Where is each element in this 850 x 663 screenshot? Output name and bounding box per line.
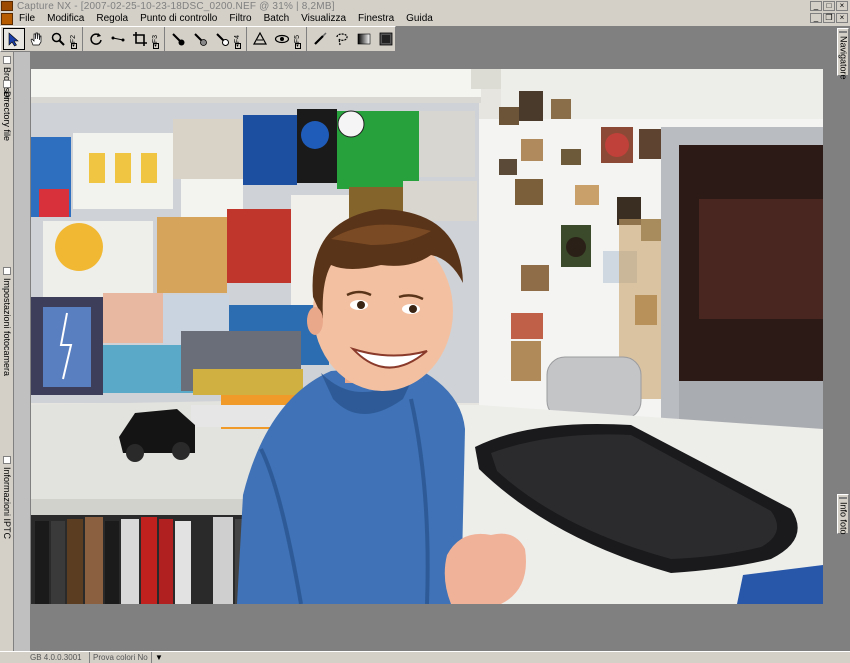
tab-directory-file[interactable]: Directory file <box>1 80 13 141</box>
left-dock-edge <box>14 52 30 651</box>
toolbar-group-eyedropper: F4 ▾ <box>167 27 247 51</box>
f4-label: F4 <box>233 34 241 43</box>
toolbar-empty-area <box>396 26 850 52</box>
doc-restore-button[interactable]: ❐ <box>823 13 835 23</box>
app-icon <box>1 1 13 11</box>
hand-icon[interactable] <box>25 28 47 50</box>
dropdown-icon: ▾ <box>294 43 301 49</box>
control-point-icon[interactable] <box>249 28 271 50</box>
left-dock: Browser Directory file Impostazioni foto… <box>0 52 14 651</box>
menu-filtro[interactable]: Filtro <box>223 12 257 26</box>
toolbar-group-retouch: F5 ▾ <box>249 27 307 51</box>
rotate-icon[interactable] <box>85 28 107 50</box>
maximize-button[interactable]: □ <box>823 1 835 11</box>
menu-file[interactable]: File <box>13 12 41 26</box>
f4-shortcut[interactable]: F4 ▾ <box>233 28 242 50</box>
dropdown-icon: ▾ <box>70 43 77 49</box>
menu-modifica[interactable]: Modifica <box>41 12 90 26</box>
toolbar-group-selection: F6▾ <box>309 27 410 51</box>
neutral-point-icon[interactable] <box>189 28 211 50</box>
f5-shortcut[interactable]: F5 ▾ <box>293 28 302 50</box>
toolbar-group-transform: F3 ▾ <box>85 27 165 51</box>
red-eye-icon[interactable] <box>271 28 293 50</box>
right-dock: Navigatore Info foto <box>836 26 850 651</box>
menu-regola[interactable]: Regola <box>90 12 134 26</box>
gradient-icon[interactable] <box>353 28 375 50</box>
f2-shortcut[interactable]: F2 ▾ <box>69 28 78 50</box>
dropdown-icon: ▾ <box>152 43 159 49</box>
f2-label: F2 <box>69 34 77 43</box>
document-icon[interactable] <box>1 13 13 25</box>
toolbar: F2 ▾ F3 ▾ F4 ▾ F5 ▾ <box>0 26 405 52</box>
toolbar-group-navigation: F2 ▾ <box>3 27 83 51</box>
minimize-button[interactable]: _ <box>810 1 822 11</box>
dock-pin-icon <box>3 456 11 464</box>
tab-impostazioni-fotocamera-label: Impostazioni fotocamera <box>2 278 12 377</box>
straighten-icon[interactable] <box>107 28 129 50</box>
image-canvas[interactable] <box>30 52 836 651</box>
doc-minimize-button[interactable]: _ <box>810 13 822 23</box>
tab-info-foto[interactable]: Info foto <box>837 494 849 535</box>
window-controls: _ □ × <box>810 1 848 11</box>
menu-finestra[interactable]: Finestra <box>352 12 400 26</box>
menu-guida[interactable]: Guida <box>400 12 439 26</box>
capture-nx-window: Capture NX - [2007-02-25-10-23-18DSC_020… <box>0 0 850 663</box>
status-dropdown-icon[interactable]: ▼ <box>152 652 164 663</box>
tab-navigatore-label: Navigatore <box>838 36 849 80</box>
tab-navigatore[interactable]: Navigatore <box>837 28 849 80</box>
menu-punto-di-controllo[interactable]: Punto di controllo <box>134 12 223 26</box>
menu-visualizza[interactable]: Visualizza <box>295 12 352 26</box>
close-button[interactable]: × <box>836 1 848 11</box>
softproof-status: Prova colori No <box>90 652 152 663</box>
memory-status: GB 4.0.0.3001 <box>0 652 90 663</box>
dock-pin-icon <box>839 497 847 499</box>
doc-close-button[interactable]: × <box>836 13 848 23</box>
dock-pin-icon <box>3 56 11 64</box>
dock-pin-icon <box>3 267 11 275</box>
tab-info-foto-label: Info foto <box>838 502 849 535</box>
window-title: Capture NX - [2007-02-25-10-23-18DSC_020… <box>17 0 335 12</box>
zoom-icon[interactable] <box>47 28 69 50</box>
photo[interactable] <box>31 69 823 604</box>
lasso-icon[interactable] <box>331 28 353 50</box>
tab-directory-file-label: Directory file <box>2 91 12 142</box>
select-arrow-icon[interactable] <box>3 28 25 50</box>
photo-illustration <box>31 69 823 604</box>
menu-bar: File Modifica Regola Punto di controllo … <box>0 12 850 26</box>
crop-icon[interactable] <box>129 28 151 50</box>
black-point-icon[interactable] <box>167 28 189 50</box>
menu-batch[interactable]: Batch <box>258 12 296 26</box>
f3-label: F3 <box>151 34 159 43</box>
document-window-controls: _ ❐ × <box>810 13 848 23</box>
dropdown-icon: ▾ <box>234 43 241 49</box>
brush-icon[interactable] <box>309 28 331 50</box>
tab-informazioni-iptc[interactable]: Informazioni IPTC <box>1 456 13 539</box>
dock-pin-icon <box>839 31 847 33</box>
tab-informazioni-iptc-label: Informazioni IPTC <box>2 467 12 540</box>
tab-impostazioni-fotocamera[interactable]: Impostazioni fotocamera <box>1 267 13 376</box>
white-point-icon[interactable] <box>211 28 233 50</box>
fill-icon[interactable] <box>375 28 397 50</box>
dock-pin-icon <box>3 80 11 88</box>
f5-label: F5 <box>293 34 301 43</box>
f3-shortcut[interactable]: F3 ▾ <box>151 28 160 50</box>
title-bar: Capture NX - [2007-02-25-10-23-18DSC_020… <box>0 0 850 12</box>
status-bar: GB 4.0.0.3001 Prova colori No ▼ <box>0 651 850 663</box>
